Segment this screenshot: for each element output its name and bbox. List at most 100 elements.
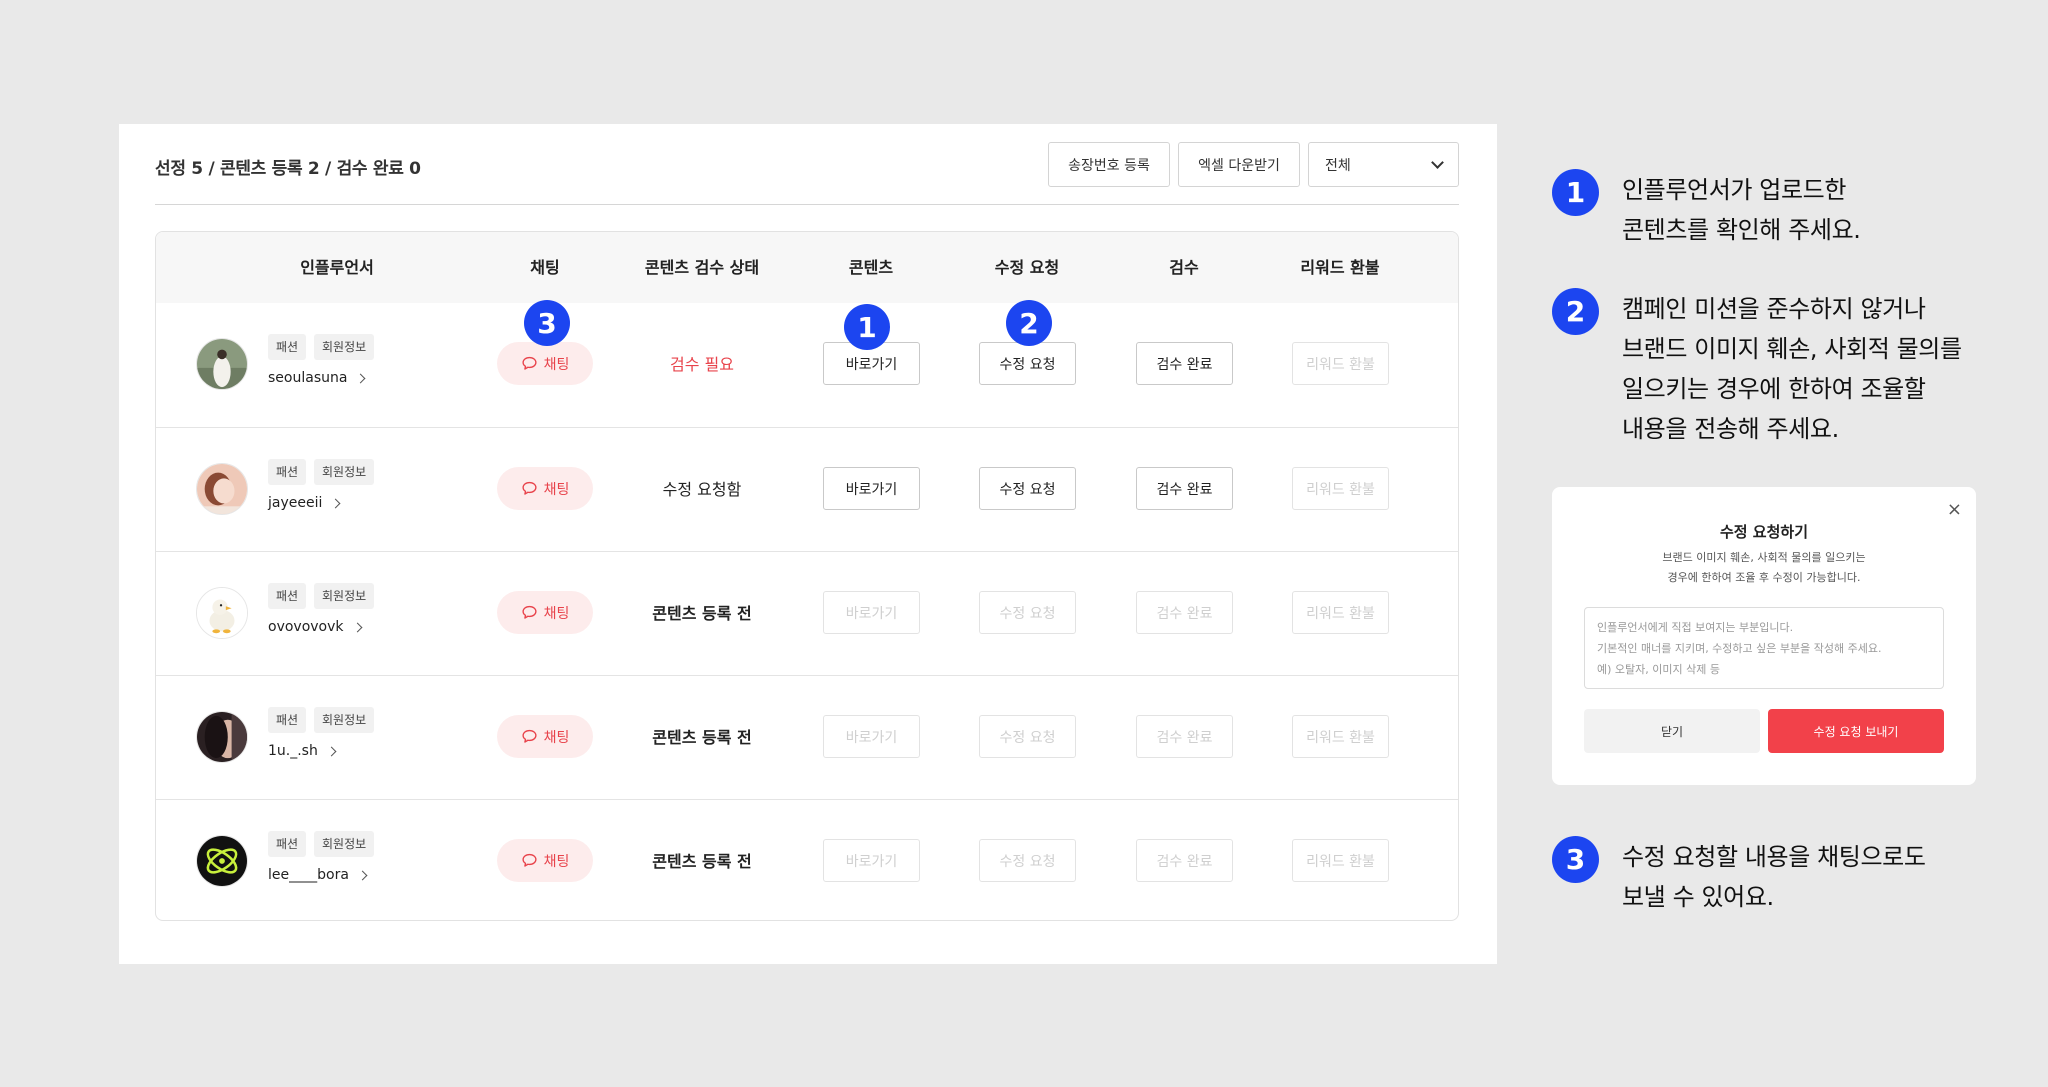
chevron-right-icon bbox=[330, 498, 341, 508]
goto-content-button[interactable]: 바로가기 bbox=[823, 839, 920, 882]
category-tag: 패션 bbox=[268, 707, 307, 733]
avatar[interactable] bbox=[196, 463, 248, 515]
modal-close-button[interactable]: 닫기 bbox=[1584, 709, 1760, 753]
member-info-tag[interactable]: 회원정보 bbox=[314, 583, 375, 609]
approve-review-button[interactable]: 검수 완료 bbox=[1136, 467, 1233, 510]
category-tag: 패션 bbox=[268, 459, 307, 485]
chat-button[interactable]: 채팅 bbox=[497, 342, 593, 385]
column-header-influencer: 인플루언서 bbox=[300, 258, 374, 277]
reward-refund-button[interactable]: 리워드 환불 bbox=[1292, 342, 1389, 385]
modal-description-line: 브랜드 이미지 훼손, 사회적 물의를 일으키는 bbox=[1662, 551, 1866, 564]
register-tracking-button[interactable]: 송장번호 등록 bbox=[1048, 142, 1170, 187]
callout-marker-2: 2 bbox=[1006, 300, 1052, 346]
category-tag: 패션 bbox=[268, 583, 307, 609]
column-header-review-status: 콘텐츠 검수 상태 bbox=[644, 258, 760, 277]
chevron-right-icon bbox=[355, 373, 366, 383]
username: seoulasuna bbox=[268, 370, 348, 386]
table-row: 패션 회원정보 ovovovovk 채팅 콘텐츠 등록 전 바로가기 수정 요청… bbox=[156, 551, 1458, 675]
note-number-3: 3 bbox=[1552, 836, 1599, 883]
chat-bubble-icon bbox=[522, 605, 537, 619]
chat-bubble-icon bbox=[522, 356, 537, 370]
avatar[interactable] bbox=[196, 338, 248, 390]
note-number-2: 2 bbox=[1552, 288, 1599, 335]
excel-download-button[interactable]: 엑셀 다운받기 bbox=[1178, 142, 1300, 187]
chat-button[interactable]: 채팅 bbox=[497, 839, 593, 882]
member-info-tag[interactable]: 회원정보 bbox=[314, 459, 375, 485]
username-link[interactable]: ovovovovk bbox=[268, 619, 362, 635]
revision-request-button[interactable]: 수정 요청 bbox=[979, 342, 1076, 385]
chat-bubble-icon bbox=[522, 853, 537, 867]
member-info-tag[interactable]: 회원정보 bbox=[314, 831, 375, 857]
username: 1u._.sh bbox=[268, 743, 318, 759]
note-line: 내용을 전송해 주세요. bbox=[1622, 415, 1839, 443]
username: jayeeeii bbox=[268, 495, 323, 511]
callout-marker-1: 1 bbox=[844, 304, 890, 350]
reward-refund-button[interactable]: 리워드 환불 bbox=[1292, 839, 1389, 882]
chat-label: 채팅 bbox=[543, 481, 570, 498]
member-info-tag[interactable]: 회원정보 bbox=[314, 707, 375, 733]
note-text-1: 인플루언서가 업로드한 콘텐츠를 확인해 주세요. bbox=[1622, 170, 1982, 250]
column-header-revision-request: 수정 요청 bbox=[994, 258, 1060, 277]
username-link[interactable]: 1u._.sh bbox=[268, 743, 337, 759]
revision-request-button[interactable]: 수정 요청 bbox=[979, 839, 1076, 882]
avatar[interactable] bbox=[196, 711, 248, 763]
username-link[interactable]: lee____bora bbox=[268, 867, 368, 883]
revision-request-button[interactable]: 수정 요청 bbox=[979, 715, 1076, 758]
avatar[interactable] bbox=[196, 835, 248, 887]
note-line: 인플루언서가 업로드한 bbox=[1622, 176, 1847, 204]
note-text-2: 캠페인 미션을 준수하지 않거나 브랜드 이미지 훼손, 사회적 물의를 일으키… bbox=[1622, 289, 1982, 449]
review-status: 수정 요청함 bbox=[662, 480, 742, 499]
chat-label: 채팅 bbox=[543, 605, 570, 622]
goto-content-button[interactable]: 바로가기 bbox=[823, 591, 920, 634]
username-link[interactable]: seoulasuna bbox=[268, 370, 366, 386]
close-icon[interactable]: × bbox=[1947, 499, 1962, 520]
chat-label: 채팅 bbox=[543, 729, 570, 746]
reward-refund-button[interactable]: 리워드 환불 bbox=[1292, 467, 1389, 510]
reward-refund-button[interactable]: 리워드 환불 bbox=[1292, 715, 1389, 758]
revision-request-button[interactable]: 수정 요청 bbox=[979, 467, 1076, 510]
table-row: 패션 회원정보 lee____bora 채팅 콘텐츠 등록 전 바로가기 수정 … bbox=[156, 799, 1458, 920]
revision-request-modal: × 수정 요청하기 브랜드 이미지 훼손, 사회적 물의를 일으키는 경우에 한… bbox=[1552, 487, 1976, 785]
note-line: 캠페인 미션을 준수하지 않거나 bbox=[1622, 295, 1926, 323]
campaign-panel: 선정 5 / 콘텐츠 등록 2 / 검수 완료 0 송장번호 등록 엑셀 다운받… bbox=[119, 124, 1497, 964]
approve-review-button[interactable]: 검수 완료 bbox=[1136, 342, 1233, 385]
chat-button[interactable]: 채팅 bbox=[497, 715, 593, 758]
toolbar: 선정 5 / 콘텐츠 등록 2 / 검수 완료 0 송장번호 등록 엑셀 다운받… bbox=[155, 124, 1459, 205]
goto-content-button[interactable]: 바로가기 bbox=[823, 715, 920, 758]
revision-request-button[interactable]: 수정 요청 bbox=[979, 591, 1076, 634]
goto-content-button[interactable]: 바로가기 bbox=[823, 467, 920, 510]
reward-refund-button[interactable]: 리워드 환불 bbox=[1292, 591, 1389, 634]
note-line: 콘텐츠를 확인해 주세요. bbox=[1622, 216, 1861, 244]
placeholder-line: 기본적인 매너를 지키며, 수정하고 싶은 부분을 작성해 주세요. bbox=[1597, 642, 1882, 655]
category-tag: 패션 bbox=[268, 831, 307, 857]
chat-label: 채팅 bbox=[543, 853, 570, 870]
username-link[interactable]: jayeeeii bbox=[268, 495, 341, 511]
chat-button[interactable]: 채팅 bbox=[497, 591, 593, 634]
review-status: 검수 필요 bbox=[670, 355, 734, 374]
send-revision-request-button[interactable]: 수정 요청 보내기 bbox=[1768, 709, 1944, 753]
chat-button[interactable]: 채팅 bbox=[497, 467, 593, 510]
avatar[interactable] bbox=[196, 587, 248, 639]
column-header-chat: 채팅 bbox=[530, 258, 560, 277]
callout-marker-3: 3 bbox=[524, 300, 570, 346]
chevron-down-icon bbox=[1431, 155, 1444, 169]
revision-message-textarea[interactable]: 인플루언서에게 직접 보여지는 부분입니다. 기본적인 매너를 지키며, 수정하… bbox=[1584, 607, 1944, 689]
member-info-tag[interactable]: 회원정보 bbox=[314, 334, 375, 360]
table-row: 패션 회원정보 seoulasuna 채팅 검수 필요 바로가기 수정 요청 검… bbox=[156, 303, 1458, 427]
modal-title: 수정 요청하기 bbox=[1719, 523, 1809, 541]
table-row: 패션 회원정보 1u._.sh 채팅 콘텐츠 등록 전 바로가기 수정 요청 검… bbox=[156, 675, 1458, 799]
placeholder-line: 인플루언서에게 직접 보여지는 부분입니다. bbox=[1597, 621, 1794, 634]
approve-review-button[interactable]: 검수 완료 bbox=[1136, 591, 1233, 634]
chat-label: 채팅 bbox=[543, 356, 570, 373]
column-header-content: 콘텐츠 bbox=[848, 258, 894, 277]
filter-select[interactable]: 전체 bbox=[1308, 142, 1459, 187]
note-number-1: 1 bbox=[1552, 169, 1599, 216]
approve-review-button[interactable]: 검수 완료 bbox=[1136, 839, 1233, 882]
column-header-review: 검수 bbox=[1169, 258, 1199, 277]
username: lee____bora bbox=[268, 867, 349, 883]
note-line: 브랜드 이미지 훼손, 사회적 물의를 bbox=[1622, 335, 1962, 363]
chat-bubble-icon bbox=[522, 481, 537, 495]
column-header-reward-refund: 리워드 환불 bbox=[1300, 258, 1380, 277]
modal-description: 브랜드 이미지 훼손, 사회적 물의를 일으키는 경우에 한하여 조율 후 수정… bbox=[1552, 548, 1976, 588]
approve-review-button[interactable]: 검수 완료 bbox=[1136, 715, 1233, 758]
